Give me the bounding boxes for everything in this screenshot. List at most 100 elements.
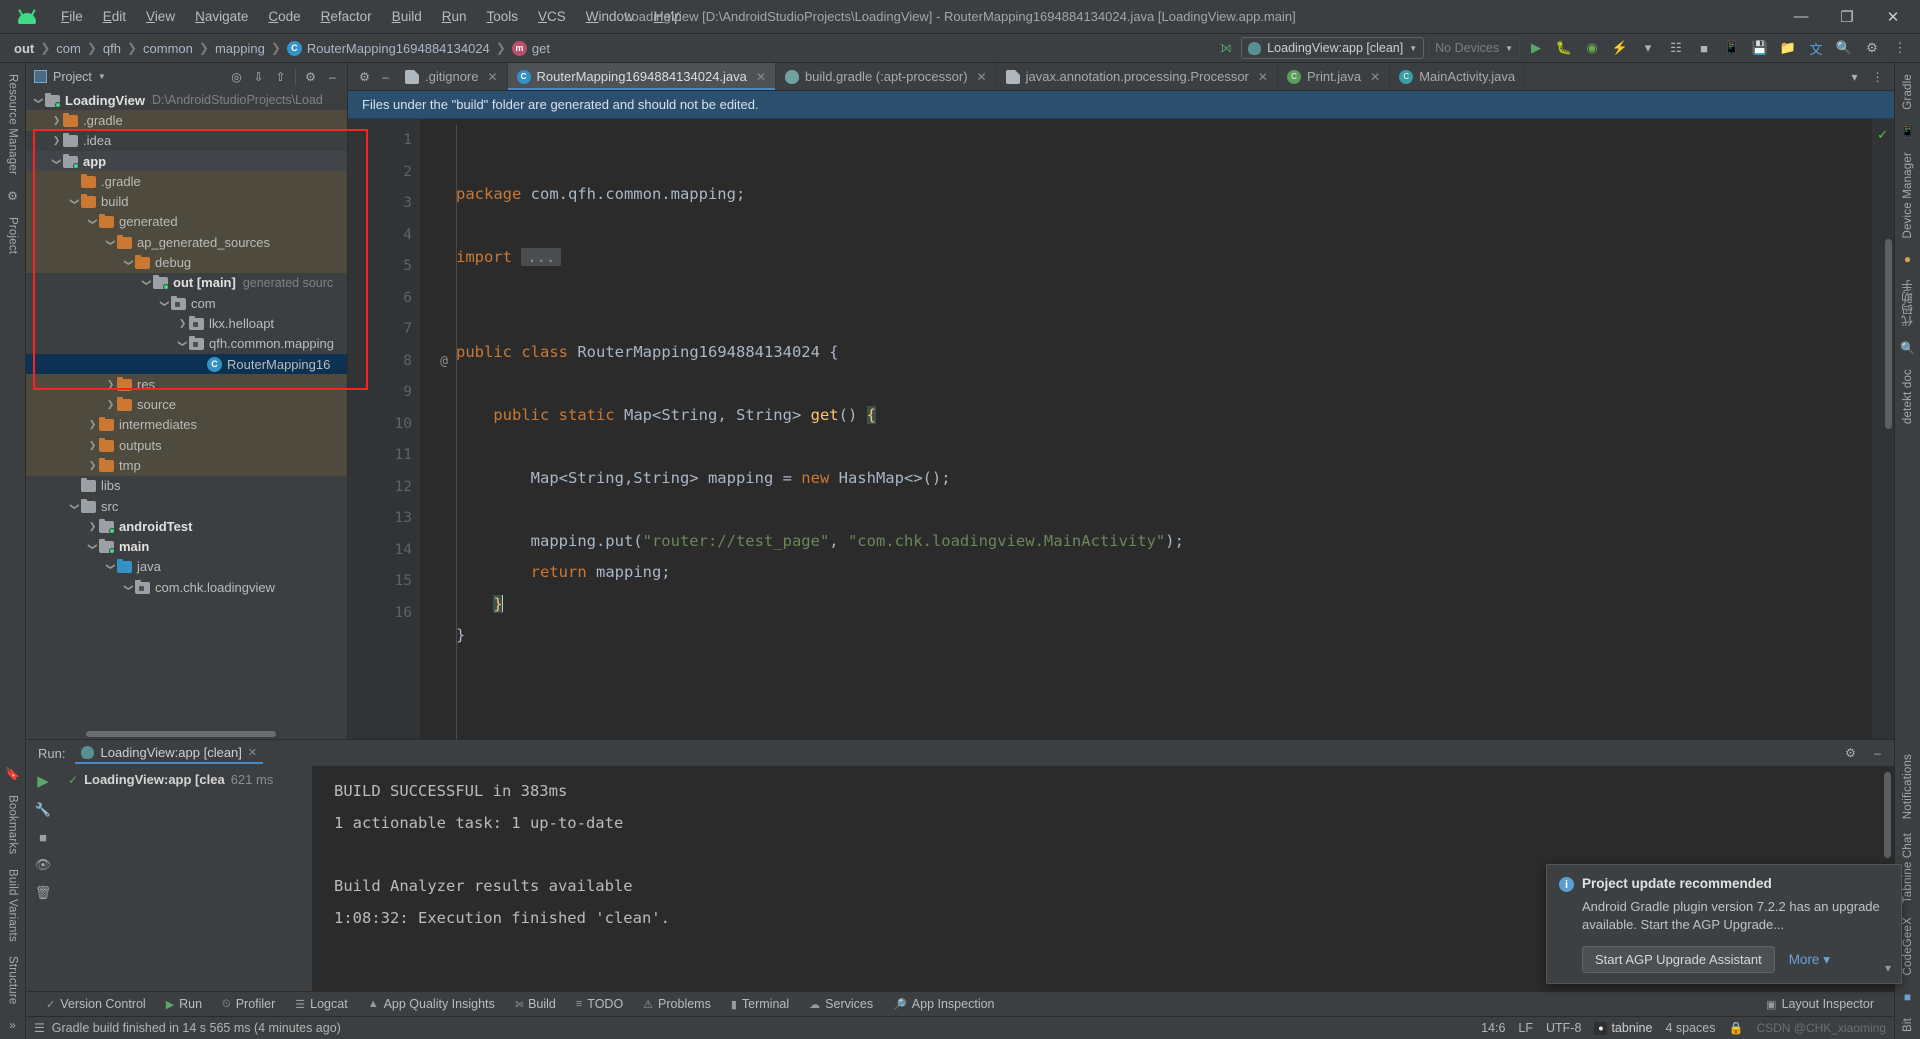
- chevron-down-icon[interactable]: ❯: [69, 500, 80, 513]
- bottom-tab-build[interactable]: ⟕ Build: [505, 994, 566, 1014]
- trash-icon[interactable]: 🗑: [35, 885, 52, 901]
- eye-icon[interactable]: 👁: [35, 857, 52, 873]
- project-horizontal-scrollbar[interactable]: [86, 731, 276, 737]
- bottom-tab-services[interactable]: ☁ Services: [799, 994, 883, 1014]
- breadcrumb-method[interactable]: m get: [508, 40, 554, 57]
- chevron-down-icon[interactable]: ❯: [105, 236, 116, 249]
- tab-router-mapping[interactable]: C RouterMapping1694884134024.java ✕: [507, 63, 776, 90]
- bottom-tab-app-quality-insights[interactable]: ▲ App Quality Insights: [358, 994, 505, 1014]
- bottom-tab-todo[interactable]: ≡ TODO: [566, 994, 633, 1014]
- tree-node-build[interactable]: ❯ build: [26, 191, 347, 212]
- close-icon[interactable]: ✕: [977, 70, 987, 84]
- translate-icon[interactable]: 文: [1804, 37, 1828, 60]
- chevron-down-icon[interactable]: ❯: [177, 337, 188, 350]
- settings-icon[interactable]: ⚙: [1860, 37, 1884, 60]
- lock-icon[interactable]: 🔒: [1728, 1021, 1743, 1035]
- code-line[interactable]: [420, 274, 1872, 306]
- console-scrollbar[interactable]: [1884, 772, 1891, 858]
- build-hammer-icon[interactable]: ⟕: [1213, 37, 1237, 60]
- chevron-down-icon[interactable]: ❯: [123, 256, 134, 269]
- bookmark-icon[interactable]: 🔖: [3, 763, 23, 785]
- menu-edit[interactable]: Edit: [94, 5, 135, 28]
- menu-code[interactable]: Code: [259, 5, 309, 28]
- menu-refactor[interactable]: Refactor: [312, 5, 381, 28]
- menu-navigate[interactable]: Navigate: [186, 5, 257, 28]
- hide-icon[interactable]: –: [375, 64, 396, 90]
- expand-strip-icon[interactable]: »: [3, 1014, 23, 1036]
- tab-print-java[interactable]: C Print.java ✕: [1278, 63, 1391, 90]
- strip-structure[interactable]: Structure: [7, 949, 19, 1011]
- chevron-down-icon[interactable]: ❯: [87, 215, 98, 228]
- strip-detekt[interactable]: detekt doc: [1902, 362, 1914, 431]
- code-line[interactable]: mapping.put("router://test_page", "com.c…: [420, 526, 1872, 558]
- chevron-down-icon[interactable]: ❯: [105, 560, 116, 573]
- chevron-down-icon[interactable]: ▾: [1636, 37, 1660, 60]
- code-line[interactable]: [420, 368, 1872, 400]
- hide-icon[interactable]: –: [322, 66, 343, 87]
- tab-gitignore[interactable]: .gitignore ✕: [396, 63, 508, 90]
- editor-scrollbar[interactable]: [1885, 239, 1892, 429]
- bottom-tab-problems[interactable]: ⚠ Problems: [633, 994, 721, 1014]
- settings-icon[interactable]: ⚙: [300, 66, 321, 87]
- tree-node-debug[interactable]: ❯ debug: [26, 252, 347, 273]
- code-line[interactable]: import ...: [420, 242, 1872, 274]
- code-line[interactable]: return mapping;: [420, 557, 1872, 589]
- bottom-tab-run[interactable]: ▶ Run: [156, 994, 212, 1014]
- tree-node--idea[interactable]: ❯ .idea: [26, 131, 347, 151]
- menu-view[interactable]: View: [137, 5, 184, 28]
- sdk-manager-icon[interactable]: 💾: [1748, 37, 1772, 60]
- tree-node-generated[interactable]: ❯ generated: [26, 211, 347, 233]
- chevron-down-icon[interactable]: ❯: [159, 297, 170, 310]
- breadcrumb-out[interactable]: out: [10, 40, 38, 57]
- code-line[interactable]: [420, 305, 1872, 337]
- menu-file[interactable]: File: [52, 5, 92, 28]
- chevron-down-icon[interactable]: ❯: [141, 276, 152, 289]
- tab-main-activity[interactable]: C MainActivity.java: [1390, 63, 1526, 90]
- expand-all-icon[interactable]: ⇩: [248, 66, 269, 87]
- bottom-tab-app-inspection[interactable]: 🔎 App Inspection: [883, 994, 1004, 1014]
- chevron-right-icon[interactable]: ❯: [104, 399, 117, 410]
- chevron-right-icon[interactable]: ❯: [176, 318, 189, 329]
- breadcrumb-class[interactable]: C RouterMapping1694884134024: [283, 40, 494, 57]
- strip-tabnine-chat-cn[interactable]: 代码助手: [1900, 273, 1916, 334]
- wrench-icon[interactable]: 🔧: [35, 802, 51, 818]
- chevron-right-icon[interactable]: ❯: [86, 419, 99, 430]
- stop-icon[interactable]: ■: [39, 830, 47, 845]
- close-icon[interactable]: ✕: [248, 746, 257, 759]
- chevron-down-icon[interactable]: ▾: [1844, 66, 1865, 87]
- menu-window[interactable]: Window: [577, 5, 643, 28]
- code-line[interactable]: }: [420, 620, 1872, 652]
- tree-node-androidtest[interactable]: ❯ androidTest: [26, 516, 347, 536]
- tabnine-status[interactable]: ● tabnine: [1594, 1021, 1652, 1035]
- breadcrumb-common[interactable]: common: [139, 40, 197, 57]
- tree-node-tmp[interactable]: ❯ tmp: [26, 455, 347, 476]
- minimize-button[interactable]: —: [1778, 0, 1824, 33]
- notification-popup[interactable]: i Project update recommended Android Gra…: [1546, 864, 1902, 984]
- chevron-right-icon[interactable]: ❯: [86, 460, 99, 471]
- emulator-icon[interactable]: ●: [1898, 248, 1918, 270]
- stop-icon[interactable]: ■: [1692, 37, 1716, 60]
- menu-tools[interactable]: Tools: [478, 5, 528, 28]
- bottom-tab-terminal[interactable]: ▮ Terminal: [721, 994, 799, 1014]
- menu-vcs[interactable]: VCS: [529, 5, 575, 28]
- tree-node-out-main-[interactable]: ❯ out [main] generated sourc: [26, 273, 347, 293]
- menu-build[interactable]: Build: [383, 5, 431, 28]
- tree-node-intermediates[interactable]: ❯ intermediates: [26, 414, 347, 436]
- profiler-icon[interactable]: ⚡: [1608, 37, 1632, 60]
- run-tab[interactable]: LoadingView:app [clean] ✕: [75, 743, 264, 764]
- run-configuration-selector[interactable]: LoadingView:app [clean] ▼: [1241, 37, 1425, 59]
- attach-debugger-icon[interactable]: ☷: [1664, 37, 1688, 60]
- strip-gradle[interactable]: Gradle: [1902, 67, 1914, 117]
- device-manager-icon[interactable]: 📱: [1898, 120, 1918, 142]
- source-code[interactable]: package com.qfh.common.mapping; import .…: [420, 119, 1872, 739]
- code-line[interactable]: Map<String,String> mapping = new HashMap…: [420, 463, 1872, 495]
- strip-device-manager[interactable]: Device Manager: [1902, 145, 1914, 246]
- chevron-right-icon[interactable]: ❯: [104, 379, 117, 390]
- file-encoding[interactable]: UTF-8: [1546, 1021, 1581, 1035]
- strip-bit[interactable]: Bit: [1902, 1011, 1914, 1039]
- code-line[interactable]: package com.qfh.common.mapping;: [420, 179, 1872, 211]
- strip-tabnine-chat[interactable]: Tabnine Chat: [1902, 826, 1914, 910]
- code-line[interactable]: }: [420, 589, 1872, 621]
- code-line[interactable]: [420, 652, 1872, 684]
- more-link[interactable]: More ▾: [1789, 952, 1830, 968]
